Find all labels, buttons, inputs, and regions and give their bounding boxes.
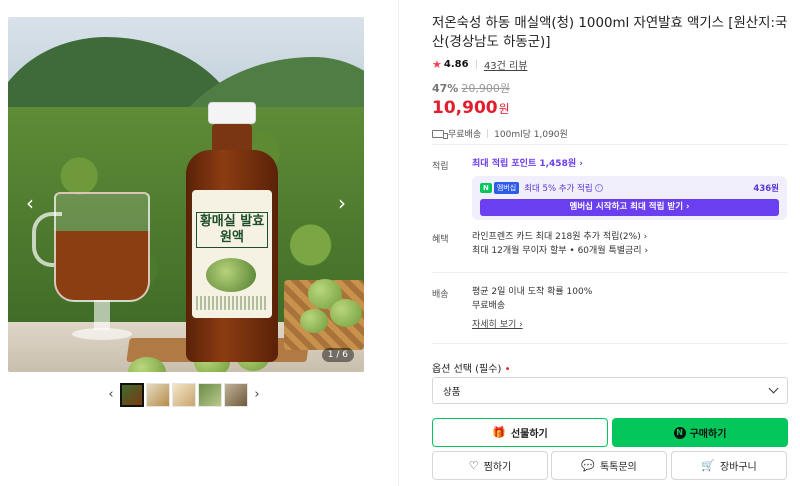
thumbnail-strip: ‹ › <box>104 383 264 407</box>
buy-button-label: 구매하기 <box>689 429 727 440</box>
image-counter: 1 / 6 <box>321 348 354 362</box>
thumb-prev-icon[interactable]: ‹ <box>104 383 118 407</box>
cart-button-label: 장바구니 <box>719 462 757 473</box>
delivery-label: 배송 <box>432 290 449 300</box>
currency-unit: 원 <box>498 102 510 116</box>
card-benefit-link[interactable]: 라인프렌즈 카드 최대 218원 추가 적립(2%) › <box>472 230 648 244</box>
reviews-link[interactable]: 43건 리뷰 <box>484 57 528 72</box>
benefits-list: 라인프렌즈 카드 최대 218원 추가 적립(2%) › 최대 12개월 무이자… <box>472 230 648 258</box>
rating-value: 4.86 <box>443 59 469 70</box>
installment-benefit-link[interactable]: 최대 12개월 무이자 할부 • 60개월 특별금리 › <box>472 244 648 258</box>
extra-points-text: 최대 5% 추가 적립 <box>524 184 593 194</box>
thumbnail-4[interactable] <box>198 383 222 407</box>
original-price: 20,900원 <box>461 82 510 95</box>
wish-button-label: 찜하기 <box>483 462 512 473</box>
wish-button[interactable]: ♡ 찜하기 <box>432 451 548 480</box>
points-row: 최대 적립 포인트 1,458원 › <box>472 157 583 171</box>
talk-inquiry-button[interactable]: 💬 톡톡문의 <box>551 451 667 480</box>
column-divider <box>398 0 399 486</box>
thumbnail-1[interactable] <box>120 383 144 407</box>
shipping-text: 무료배송 <box>448 130 482 140</box>
heart-icon: ♡ <box>468 459 479 472</box>
gift-button[interactable]: 🎁 선물하기 <box>432 418 608 447</box>
product-info: 저온숙성 하동 매실액(청) 1000ml 자연발효 액기스 [원산지:국산(경… <box>432 14 788 140</box>
option-selected-value: 상품 <box>443 386 461 398</box>
divider: | <box>474 59 478 70</box>
cart-button[interactable]: 🛒 장바구니 <box>671 451 787 480</box>
gift-icon: 🎁 <box>492 426 506 439</box>
membership-start-button[interactable]: 멤버십 시작하고 최대 적립 받기 › <box>480 199 779 216</box>
chevron-down-icon <box>768 383 779 394</box>
membership-promo: N 멤버십 최대 5% 추가 적립 i 436원 멤버십 시작하고 최대 적립 … <box>472 176 787 220</box>
unit-price: 100ml당 1,090원 <box>494 130 568 140</box>
naver-badge: N <box>480 183 492 193</box>
talk-button-label: 톡톡문의 <box>599 462 637 473</box>
sale-price: 10,900 <box>432 98 498 118</box>
thumbnail-3[interactable] <box>172 383 196 407</box>
product-title: 저온숙성 하동 매실액(청) 1000ml 자연발효 액기스 [원산지:국산(경… <box>432 16 788 50</box>
divider: | <box>486 128 490 139</box>
delivery-fee: 무료배송 <box>472 301 506 311</box>
arrival-probability: 평균 2일 이내 도착 확률 100% <box>472 287 593 297</box>
sale-price-row: 10,900 원 <box>432 98 788 118</box>
bottle-label-text: 황매실 발효원액 <box>196 212 268 248</box>
discount-rate: 47% <box>432 82 459 95</box>
rating-row: ★ 4.86 | 43건 리뷰 <box>432 57 788 72</box>
points-label: 적립 <box>432 162 449 172</box>
cart-icon: 🛒 <box>701 459 715 472</box>
naver-pay-icon: N <box>673 426 686 439</box>
delivery-detail-link[interactable]: 자세히 보기 › <box>472 318 592 332</box>
gift-button-label: 선물하기 <box>510 429 548 440</box>
max-points-link[interactable]: 최대 적립 포인트 1,458원 › <box>472 159 583 169</box>
chat-icon: 💬 <box>581 459 595 472</box>
divider <box>432 272 788 273</box>
star-icon: ★ <box>432 58 442 71</box>
benefits-label: 혜택 <box>432 235 449 245</box>
thumbnail-2[interactable] <box>146 383 170 407</box>
chevron-right-icon[interactable]: › <box>332 193 352 213</box>
buy-button[interactable]: N 구매하기 <box>612 418 788 447</box>
product-photo: 황매실 발효원액 <box>8 17 364 372</box>
divider <box>432 144 788 145</box>
option-select[interactable]: 상품 <box>432 377 788 404</box>
price-row: 47% 20,900원 <box>432 80 788 96</box>
divider <box>432 343 788 344</box>
membership-badge: 멤버십 <box>493 182 520 194</box>
option-label-text: 옵션 선택 (필수) <box>432 364 502 375</box>
info-icon[interactable]: i <box>594 184 603 192</box>
shipping-row: 무료배송 | 100ml당 1,090원 <box>432 127 788 140</box>
chevron-left-icon[interactable]: ‹ <box>20 193 40 213</box>
thumb-next-icon[interactable]: › <box>250 383 264 407</box>
option-label: 옵션 선택 (필수) • <box>432 360 510 375</box>
extra-points-amount: 436원 <box>753 184 779 194</box>
delivery-info: 평균 2일 이내 도착 확률 100% 무료배송 자세히 보기 › <box>472 285 592 332</box>
required-mark: • <box>504 364 511 375</box>
product-image[interactable]: 황매실 발효원액 ‹ › 1 / 6 <box>8 17 364 372</box>
thumbnail-5[interactable] <box>224 383 248 407</box>
truck-icon <box>432 129 448 139</box>
